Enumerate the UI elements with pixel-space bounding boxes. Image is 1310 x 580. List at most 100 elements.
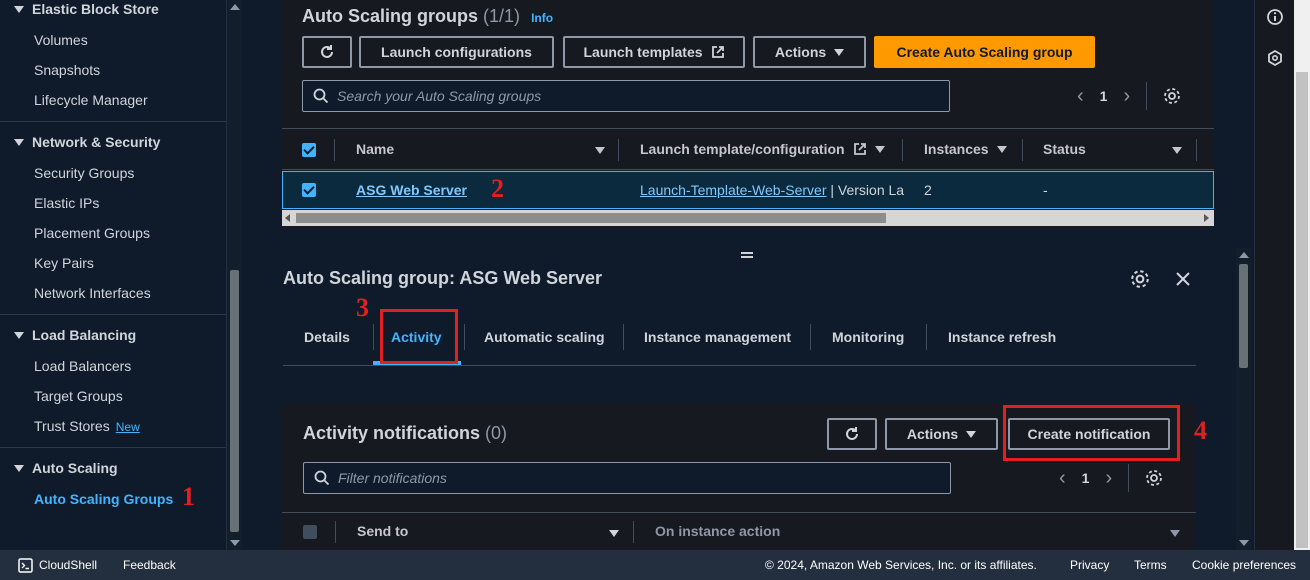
search-icon [313, 88, 329, 104]
sidebar-section-network-security[interactable]: Network & Security [14, 134, 160, 150]
hexagon-icon[interactable] [1266, 49, 1284, 67]
actions-dropdown[interactable]: Actions [753, 36, 866, 68]
info-icon[interactable] [1266, 8, 1284, 26]
divider [1128, 464, 1130, 492]
close-icon[interactable] [1174, 270, 1192, 288]
launch-configurations-button[interactable]: Launch configurations [359, 36, 554, 68]
sidebar-item-lifecycle-manager[interactable]: Lifecycle Manager [34, 92, 148, 108]
column-header-instances[interactable]: Instances [924, 141, 1007, 157]
sidebar-divider [0, 447, 226, 448]
page-scrollbar[interactable] [1294, 0, 1310, 550]
sidebar-divider [0, 314, 226, 315]
scroll-left-arrow-icon[interactable] [285, 214, 290, 222]
scroll-down-arrow-icon[interactable] [230, 540, 240, 546]
sidebar-item-target-groups[interactable]: Target Groups [34, 388, 123, 404]
table-row[interactable]: ASG Web Server 2 Launch-Template-Web-Ser… [282, 171, 1214, 209]
tab-instance-refresh[interactable]: Instance refresh [948, 329, 1056, 345]
divider [1146, 82, 1148, 110]
sort-caret-icon[interactable] [996, 145, 1007, 153]
create-auto-scaling-group-button[interactable]: Create Auto Scaling group [874, 36, 1095, 68]
new-badge: New [115, 420, 140, 434]
scroll-thumb[interactable] [1239, 264, 1248, 368]
cloudshell-icon[interactable] [18, 558, 33, 573]
select-all-checkbox[interactable] [302, 143, 316, 157]
sort-caret-icon[interactable] [874, 145, 885, 153]
pagination: ‹ 1 › [1077, 82, 1181, 110]
search-input[interactable]: Search your Auto Scaling groups [302, 80, 950, 112]
column-header-launch-template[interactable]: Launch template/configuration [640, 141, 885, 157]
column-separator [902, 139, 903, 161]
column-header-send-to[interactable]: Send to [357, 523, 408, 539]
sidebar-scrollbar[interactable] [226, 0, 242, 550]
column-header-on-instance-action[interactable]: On instance action [655, 523, 780, 539]
select-all-checkbox[interactable] [303, 525, 317, 539]
pagination: ‹ 1 › [1059, 464, 1163, 492]
sidebar-item-volumes[interactable]: Volumes [34, 32, 88, 48]
detail-scrollbar[interactable] [1236, 248, 1252, 550]
actions-dropdown[interactable]: Actions [885, 418, 998, 450]
chevron-left-icon[interactable]: ‹ [1077, 85, 1084, 108]
cookie-preferences-link[interactable]: Cookie preferences [1192, 558, 1296, 572]
sort-caret-icon[interactable] [1172, 147, 1182, 154]
filter-notifications-input[interactable]: Filter notifications [303, 462, 951, 494]
refresh-icon [321, 45, 333, 58]
sidebar-section-load-balancing[interactable]: Load Balancing [14, 327, 136, 343]
page-number[interactable]: 1 [1100, 88, 1108, 104]
sidebar-item-elastic-ips[interactable]: Elastic IPs [34, 195, 99, 211]
asg-name-link[interactable]: ASG Web Server [356, 182, 467, 198]
sidebar-item-load-balancers[interactable]: Load Balancers [34, 358, 131, 374]
launch-template-link[interactable]: Launch-Template-Web-Server [640, 182, 827, 198]
detail-title: Auto Scaling group: ASG Web Server [283, 268, 603, 288]
chevron-right-icon[interactable]: › [1105, 467, 1112, 490]
refresh-button[interactable] [302, 36, 352, 68]
gear-icon[interactable] [1163, 87, 1181, 105]
sidebar-item-key-pairs[interactable]: Key Pairs [34, 255, 94, 271]
activity-notifications-title: Activity notifications (0) [303, 423, 508, 443]
privacy-link[interactable]: Privacy [1070, 558, 1109, 572]
scroll-thumb[interactable] [296, 213, 886, 223]
cloudshell-link[interactable]: CloudShell [39, 558, 97, 572]
sidebar-item-security-groups[interactable]: Security Groups [34, 165, 134, 181]
terms-link[interactable]: Terms [1134, 558, 1167, 572]
sort-caret-icon[interactable] [1170, 530, 1180, 537]
chevron-left-icon[interactable]: ‹ [1059, 467, 1066, 490]
tab-automatic-scaling[interactable]: Automatic scaling [484, 329, 605, 345]
feedback-link[interactable]: Feedback [123, 558, 176, 572]
auto-scaling-groups-panel: Auto Scaling groups (1/1) Info Launch co… [282, 0, 1214, 228]
column-header-name[interactable]: Name [356, 141, 394, 157]
sidebar-item-auto-scaling-groups[interactable]: Auto Scaling Groups [34, 491, 173, 507]
sidebar-section-auto-scaling[interactable]: Auto Scaling [14, 460, 118, 476]
row-checkbox[interactable] [302, 183, 316, 197]
scroll-thumb[interactable] [1296, 72, 1308, 548]
sidebar-item-placement-groups[interactable]: Placement Groups [34, 225, 150, 241]
sidebar-item-network-interfaces[interactable]: Network Interfaces [34, 285, 151, 301]
scroll-down-arrow-icon[interactable] [1239, 540, 1249, 546]
chevron-right-icon[interactable]: › [1123, 85, 1130, 108]
sort-caret-icon[interactable] [609, 530, 619, 537]
split-panel-resize-handle[interactable] [741, 252, 753, 258]
tab-instance-management[interactable]: Instance management [644, 329, 791, 345]
horizontal-scrollbar[interactable] [282, 210, 1214, 226]
notification-count: (0) [485, 423, 508, 443]
dropdown-caret-icon [834, 48, 845, 56]
sidebar-item-snapshots[interactable]: Snapshots [34, 62, 100, 78]
sidebar-item-trust-stores[interactable]: Trust Stores New [34, 418, 140, 434]
selection-count: (1/1) [483, 6, 521, 26]
tab-details[interactable]: Details [304, 329, 350, 345]
footer: CloudShell Feedback © 2024, Amazon Web S… [0, 550, 1310, 580]
scroll-right-arrow-icon[interactable] [1204, 214, 1209, 222]
tab-monitoring[interactable]: Monitoring [832, 329, 904, 345]
gear-icon[interactable] [1145, 469, 1163, 487]
launch-template-cell: Launch-Template-Web-Server | Version La [640, 182, 905, 198]
scroll-thumb[interactable] [230, 270, 239, 532]
column-header-status[interactable]: Status [1043, 141, 1086, 157]
info-link[interactable]: Info [531, 11, 553, 25]
sidebar-section-elastic-block-store[interactable]: Elastic Block Store [14, 1, 159, 17]
refresh-button[interactable] [827, 418, 877, 450]
sort-caret-icon[interactable] [595, 147, 605, 154]
gear-icon[interactable] [1130, 269, 1150, 289]
page-number[interactable]: 1 [1082, 470, 1090, 486]
launch-templates-button[interactable]: Launch templates [563, 36, 745, 68]
scroll-up-arrow-icon[interactable] [1239, 252, 1249, 258]
scroll-up-arrow-icon[interactable] [230, 4, 240, 10]
